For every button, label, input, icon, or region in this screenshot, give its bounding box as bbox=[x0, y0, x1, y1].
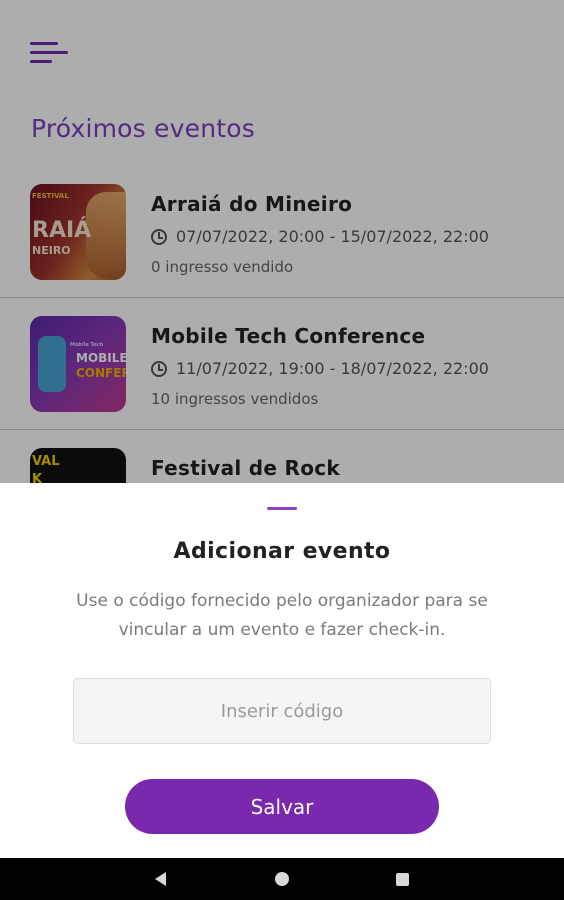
home-icon[interactable] bbox=[275, 872, 289, 886]
sheet-title: Adicionar evento bbox=[173, 539, 391, 564]
modal-scrim[interactable] bbox=[0, 0, 564, 483]
system-navigation-bar bbox=[0, 858, 564, 900]
add-event-bottom-sheet: Adicionar evento Use o código fornecido … bbox=[0, 483, 564, 858]
recents-icon[interactable] bbox=[396, 873, 409, 886]
event-code-input[interactable] bbox=[73, 678, 491, 744]
sheet-description: Use o código fornecido pelo organizador … bbox=[76, 591, 488, 640]
save-button[interactable]: Salvar bbox=[125, 779, 439, 834]
sheet-drag-handle[interactable] bbox=[267, 507, 297, 510]
back-icon[interactable] bbox=[155, 872, 166, 886]
